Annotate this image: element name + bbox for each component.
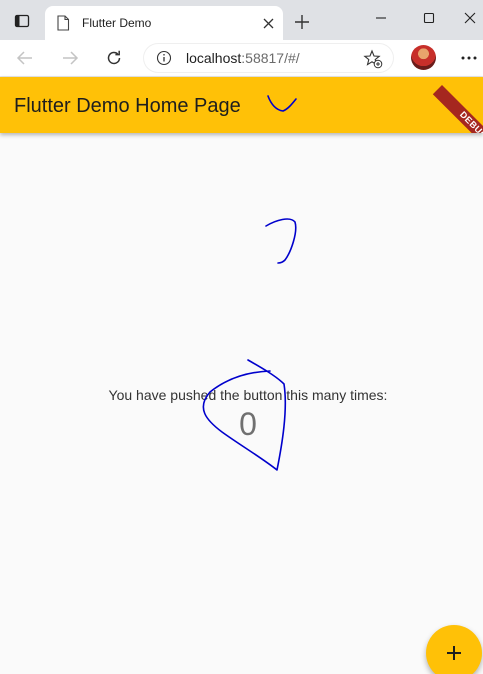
tab-close-button[interactable]	[260, 15, 276, 31]
settings-menu-button[interactable]	[456, 45, 482, 71]
star-add-icon	[363, 49, 383, 69]
app-body: You have pushed the button this many tim…	[0, 133, 483, 674]
minimize-button[interactable]	[366, 6, 396, 30]
app-bar: Flutter Demo Home Page DEBUG	[0, 77, 483, 133]
profile-avatar[interactable]	[411, 45, 436, 70]
close-window-button[interactable]	[455, 6, 483, 30]
debug-banner: DEBUG	[432, 85, 483, 133]
maximize-icon	[423, 12, 435, 24]
minimize-icon	[376, 17, 386, 19]
browser-window: Flutter Demo localhost:58817/#/ Flutter …	[0, 0, 483, 674]
counter-value: 0	[239, 406, 257, 442]
refresh-button[interactable]	[101, 45, 127, 71]
maximize-button[interactable]	[414, 6, 444, 30]
back-button[interactable]	[12, 45, 38, 71]
url-text[interactable]: localhost:58817/#/	[186, 50, 300, 66]
tab-actions-icon	[14, 14, 30, 28]
more-dots-icon	[461, 56, 477, 60]
url-path: :58817/#/	[241, 50, 300, 66]
page-icon	[57, 15, 70, 31]
tab-flutter-demo[interactable]: Flutter Demo	[45, 6, 283, 40]
tab-title: Flutter Demo	[82, 16, 152, 30]
plus-icon	[295, 15, 309, 29]
forward-arrow-icon	[63, 51, 79, 65]
plus-icon	[447, 646, 461, 660]
add-favorite-button[interactable]	[363, 49, 383, 69]
refresh-icon	[107, 50, 121, 65]
back-arrow-icon	[16, 51, 32, 65]
info-icon[interactable]	[156, 50, 172, 66]
tab-actions-button[interactable]	[8, 8, 36, 34]
address-bar[interactable]: localhost:58817/#/	[143, 43, 394, 73]
forward-button[interactable]	[57, 45, 83, 71]
close-icon	[464, 12, 476, 24]
page-title: Flutter Demo Home Page	[14, 95, 241, 117]
url-host: localhost	[186, 50, 242, 66]
new-tab-button[interactable]	[290, 10, 314, 34]
tab-strip: Flutter Demo	[0, 0, 483, 40]
close-icon	[263, 18, 273, 28]
increment-button[interactable]	[426, 625, 482, 674]
counter-label: You have pushed the button this many tim…	[108, 387, 388, 403]
